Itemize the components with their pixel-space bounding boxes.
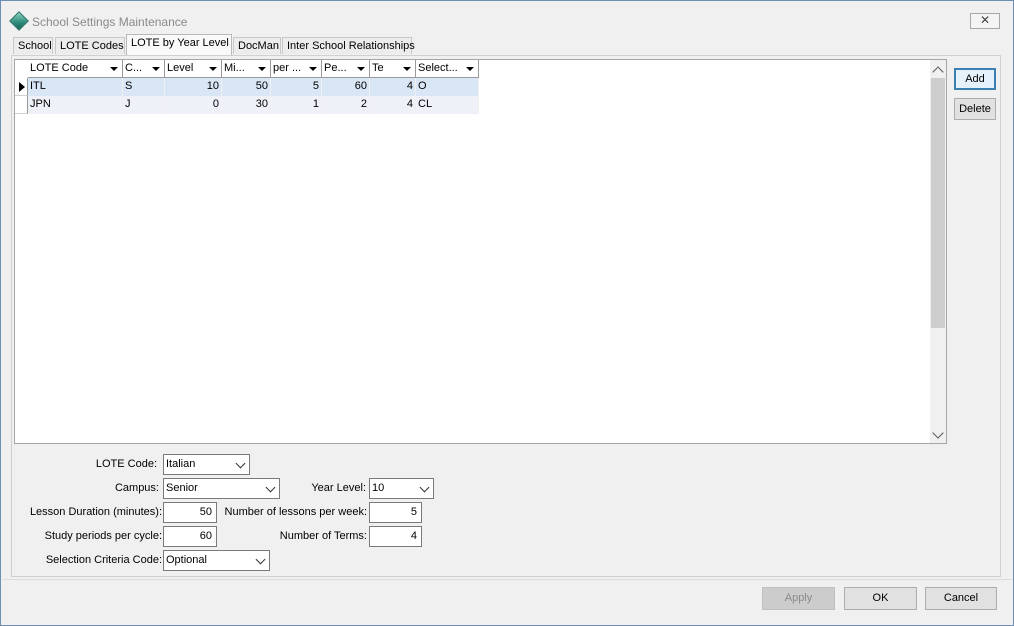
campus-select[interactable]: Senior [163, 478, 280, 499]
chevron-down-icon[interactable] [265, 482, 276, 493]
cell-lote-code[interactable]: JPN [28, 96, 123, 114]
campus-value: Senior [166, 482, 198, 494]
dropdown-arrow-icon[interactable] [309, 67, 317, 71]
year-level-select[interactable]: 10 [369, 478, 434, 499]
column-header-label: Level [167, 62, 194, 74]
tab-lote-by-year-level[interactable]: LOTE by Year Level [126, 34, 232, 55]
dropdown-arrow-icon[interactable] [258, 67, 266, 71]
row-indicator [15, 96, 28, 114]
column-header-level[interactable]: Level [165, 60, 222, 78]
lessons-per-week-label: Number of lessons per week: [224, 506, 367, 518]
close-button[interactable]: ✕ [970, 13, 1000, 29]
cell-campus[interactable]: S [123, 78, 165, 96]
chevron-down-icon[interactable] [419, 482, 430, 493]
column-header-selection[interactable]: Select... [416, 60, 479, 78]
window-title: School Settings Maintenance [32, 15, 188, 29]
tab-lote-codes[interactable]: LOTE Codes [55, 37, 125, 54]
lote-code-label: LOTE Code: [95, 458, 157, 470]
cancel-button[interactable]: Cancel [925, 587, 997, 610]
app-diamond-icon [9, 11, 29, 31]
dropdown-arrow-icon[interactable] [357, 67, 365, 71]
lote-code-select[interactable]: Italian [163, 454, 250, 475]
column-header-label: C... [125, 62, 143, 74]
selection-criteria-value: Optional [166, 554, 207, 566]
current-row-arrow-icon [19, 82, 25, 92]
ok-button[interactable]: OK [844, 587, 917, 610]
column-header-label: per ... [273, 62, 302, 74]
scroll-up-icon[interactable] [932, 66, 944, 78]
selection-criteria-label: Selection Criteria Code: [45, 554, 162, 566]
column-header-minutes[interactable]: Mi... [222, 60, 271, 78]
column-header-label: Pe... [324, 62, 347, 74]
lote-year-level-grid[interactable]: LOTE Code C... Level Mi... per ... Pe...… [14, 59, 931, 444]
year-level-value: 10 [372, 482, 385, 494]
grid-vertical-scrollbar[interactable] [930, 59, 947, 444]
cell-terms[interactable]: 4 [370, 96, 416, 114]
cell-selection[interactable]: O [416, 78, 479, 96]
tab-inter-school-relationships[interactable]: Inter School Relationships [282, 37, 415, 54]
year-level-label: Year Level: [311, 482, 366, 494]
cell-level[interactable]: 10 [165, 78, 222, 96]
number-of-terms-label: Number of Terms: [279, 530, 367, 542]
cell-per-week[interactable]: 1 [271, 96, 322, 114]
cell-minutes[interactable]: 30 [222, 96, 271, 114]
cell-selection[interactable]: CL [416, 96, 479, 114]
dropdown-arrow-icon[interactable] [152, 67, 160, 71]
delete-button[interactable]: Delete [954, 98, 996, 120]
study-periods-label: Study periods per cycle: [44, 530, 162, 542]
title-bar: School Settings Maintenance ✕ [1, 1, 1013, 34]
cell-level[interactable]: 0 [165, 96, 222, 114]
number-of-terms-field[interactable]: 4 [369, 526, 422, 547]
dialog-button-bar: Apply OK Cancel [2, 579, 1012, 625]
cell-minutes[interactable]: 50 [222, 78, 271, 96]
column-header-per-week[interactable]: per ... [271, 60, 322, 78]
column-header-label: LOTE Code [30, 62, 89, 74]
cell-periods[interactable]: 60 [322, 78, 370, 96]
lesson-duration-field[interactable]: 50 [163, 502, 217, 523]
cell-campus[interactable]: J [123, 96, 165, 114]
scroll-down-icon[interactable] [932, 427, 944, 439]
chevron-down-icon[interactable] [235, 458, 246, 469]
scrollbar-thumb[interactable] [931, 78, 945, 328]
column-header-campus[interactable]: C... [123, 60, 165, 78]
cell-per-week[interactable]: 5 [271, 78, 322, 96]
lesson-duration-label: Lesson Duration (minutes): [29, 506, 162, 518]
column-header-label: Te [372, 62, 384, 74]
chevron-down-icon[interactable] [255, 554, 266, 565]
school-settings-window: School Settings Maintenance ✕ School LOT… [0, 0, 1014, 626]
row-indicator [15, 78, 28, 96]
selection-criteria-select[interactable]: Optional [163, 550, 270, 571]
column-header-periods[interactable]: Pe... [322, 60, 370, 78]
campus-label: Campus: [114, 482, 159, 494]
add-button[interactable]: Add [954, 68, 996, 90]
tab-docman[interactable]: DocMan [233, 37, 281, 54]
cell-periods[interactable]: 2 [322, 96, 370, 114]
column-header-lote-code[interactable]: LOTE Code [28, 60, 123, 78]
cell-lote-code[interactable]: ITL [28, 78, 123, 96]
dropdown-arrow-icon[interactable] [403, 67, 411, 71]
column-header-terms[interactable]: Te [370, 60, 416, 78]
lote-code-value: Italian [166, 458, 196, 470]
apply-button[interactable]: Apply [762, 587, 835, 610]
lessons-per-week-field[interactable]: 5 [369, 502, 422, 523]
column-header-label: Mi... [224, 62, 245, 74]
dropdown-arrow-icon[interactable] [110, 67, 118, 71]
tab-school[interactable]: School [13, 37, 53, 54]
dropdown-arrow-icon[interactable] [466, 67, 474, 71]
cell-terms[interactable]: 4 [370, 78, 416, 96]
dropdown-arrow-icon[interactable] [209, 67, 217, 71]
column-header-label: Select... [418, 62, 458, 74]
close-icon: ✕ [979, 13, 991, 27]
study-periods-field[interactable]: 60 [163, 526, 217, 547]
